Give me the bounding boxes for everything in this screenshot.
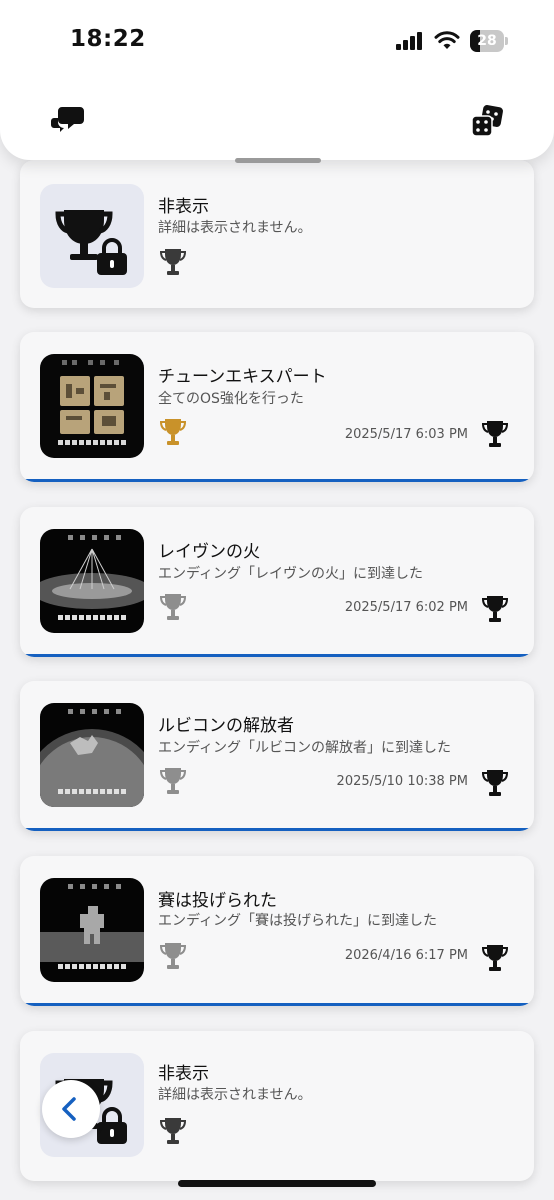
hidden-trophy-thumbnail [40,184,144,288]
trophy-title: 非表示 [158,197,209,217]
dice-icon[interactable] [470,104,504,138]
silver-trophy-icon [159,768,187,794]
trophy-card[interactable]: 賽は投げられた エンディング「賽は投げられた」に到達した 2026/4/16 6… [20,856,534,1006]
earned-date: 2025/5/17 6:02 PM [344,600,468,615]
wifi-icon [434,31,460,49]
trophy-description: 詳細は表示されません。 [158,220,312,236]
earned-trophy-icon [481,596,509,622]
trophy-thumbnail [40,354,144,458]
cellular-signal-icon [396,32,422,50]
header-bar: 18:22 28 [0,0,554,160]
gold-trophy-icon [159,419,187,445]
chat-bubbles-icon[interactable] [50,104,86,136]
silver-trophy-icon [159,594,187,620]
trophy-title: レイヴンの火 [158,542,260,562]
locked-trophy-icon [55,210,127,275]
sheet-grabber[interactable] [235,158,321,163]
battery-indicator: 28 [470,30,508,52]
trophy-card[interactable]: チューンエキスパート 全てのOS強化を行った 2025/5/17 6:03 PM [20,332,534,482]
trophy-thumbnail [40,529,144,633]
battery-percentage: 28 [477,33,497,49]
trophy-thumbnail [40,878,144,982]
trophy-title: 非表示 [158,1064,209,1084]
trophy-card[interactable]: レイヴンの火 エンディング「レイヴンの火」に到達した 2025/5/17 6:0… [20,507,534,657]
silver-trophy-icon [159,1118,187,1144]
chevron-left-icon [62,1097,76,1121]
earned-date: 2025/5/17 6:03 PM [344,427,468,442]
trophy-card[interactable]: 非表示 詳細は表示されません。 [20,160,534,308]
earned-trophy-icon [481,770,509,796]
trophy-description: エンディング「ルビコンの解放者」に到達した [158,740,452,756]
trophy-description: エンディング「レイヴンの火」に到達した [158,566,424,582]
trophy-description: エンディング「賽は投げられた」に到達した [158,913,438,929]
earned-trophy-icon [481,421,509,447]
trophy-title: チューンエキスパート [158,367,327,387]
earned-date: 2026/4/16 6:17 PM [344,948,468,963]
status-time: 18:22 [70,26,146,52]
silver-trophy-icon [159,249,187,275]
home-indicator[interactable] [178,1180,376,1187]
silver-trophy-icon [159,943,187,969]
earned-date: 2025/5/10 10:38 PM [336,774,468,789]
earned-trophy-icon [481,945,509,971]
trophy-thumbnail [40,703,144,807]
trophy-description: 全てのOS強化を行った [158,391,304,407]
trophy-title: 賽は投げられた [158,891,277,911]
back-button[interactable] [42,1080,100,1138]
trophy-card[interactable]: ルビコンの解放者 エンディング「ルビコンの解放者」に到達した 2025/5/10… [20,681,534,831]
trophy-description: 詳細は表示されません。 [158,1087,312,1103]
trophy-title: ルビコンの解放者 [158,716,294,736]
